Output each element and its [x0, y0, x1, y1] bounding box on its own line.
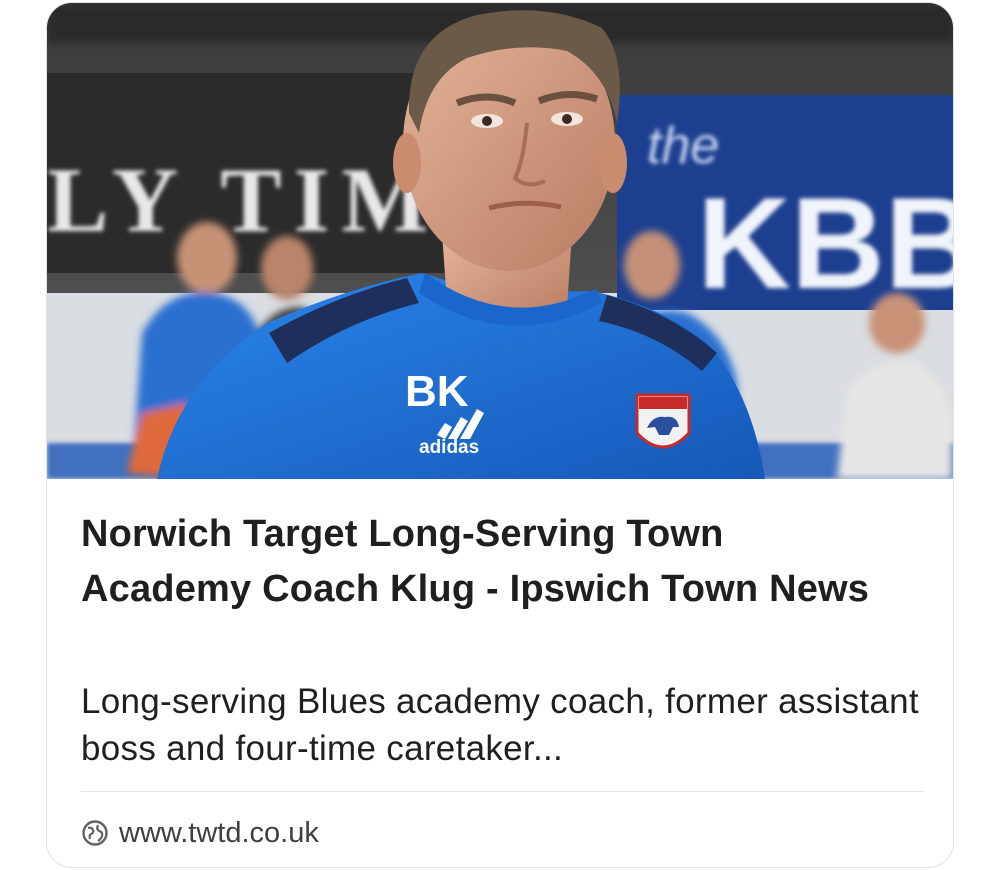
news-card[interactable]: LY TIM the KBB BK adidas Norwich Target … — [46, 2, 954, 868]
source-domain: www.twtd.co.uk — [119, 816, 319, 849]
article-snippet: Long-serving Blues academy coach, former… — [81, 682, 919, 768]
banner-right-small: the — [647, 117, 719, 175]
shirt-brand: adidas — [419, 437, 479, 458]
club-crest-icon — [635, 393, 691, 449]
globe-icon — [81, 819, 109, 847]
article-title[interactable]: Norwich Target Long-Serving Town Academy… — [81, 507, 901, 617]
banner-right-large: KBB — [697, 170, 954, 316]
divider — [81, 791, 923, 792]
article-image[interactable]: LY TIM the KBB BK adidas — [47, 3, 954, 479]
banner-left-text: LY TIM — [47, 149, 440, 251]
shirt-initials: BK — [405, 367, 469, 416]
source-link[interactable]: www.twtd.co.uk — [81, 813, 319, 853]
